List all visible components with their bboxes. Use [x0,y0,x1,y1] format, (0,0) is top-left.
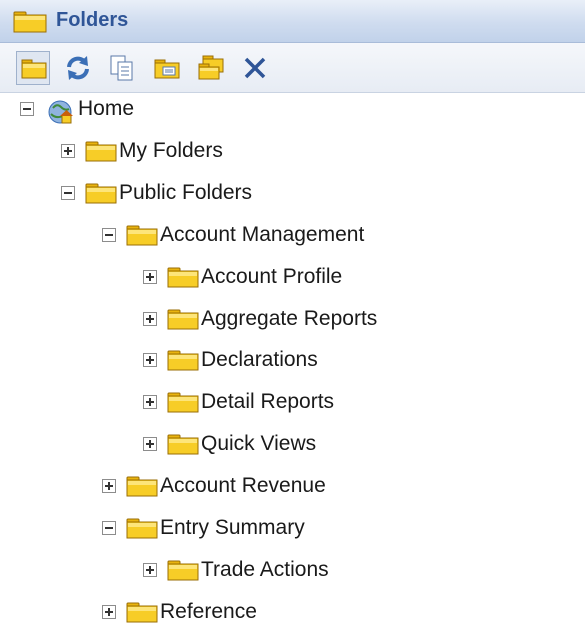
tree-node-label: Account Management [160,223,365,246]
collapse-icon[interactable] [20,102,34,116]
folder-icon [126,223,158,252]
folder-icon [167,432,199,461]
folder-icon [167,390,199,419]
panel-title: Folders [56,9,129,31]
tree-node-label: Home [78,97,135,120]
tree-node-label: Detail Reports [201,390,335,413]
folder-icon [167,307,199,336]
expand-icon[interactable] [102,479,116,493]
tree-node-label: Public Folders [119,181,253,204]
tree-node-label: Declarations [201,348,318,371]
tree-node-label: Aggregate Reports [201,307,378,330]
panel-header: Folders [0,0,585,43]
expand-icon[interactable] [102,605,116,619]
folder-icon [167,558,199,587]
folder-toolbar [0,43,585,93]
expand-icon[interactable] [61,144,75,158]
expand-icon[interactable] [143,395,157,409]
expand-icon[interactable] [143,270,157,284]
folder-properties-button[interactable] [150,51,184,85]
collapse-icon[interactable] [61,186,75,200]
tree-node-label: Entry Summary [160,516,305,539]
copy-button[interactable] [105,51,139,85]
expand-icon[interactable] [143,312,157,326]
collapse-icon[interactable] [102,521,116,535]
expand-icon[interactable] [143,563,157,577]
tree-node-label: My Folders [119,139,223,162]
delete-button[interactable] [238,51,272,85]
tree-node-label: Trade Actions [201,558,329,581]
folder-icon [85,181,117,210]
folder-icon [167,265,199,294]
folder-icon [13,9,47,38]
tree-node-label: Account Revenue [160,474,326,497]
folder-icon [126,516,158,545]
folder-view-button[interactable] [16,51,50,85]
home-icon [44,97,76,130]
tree-node-label: Account Profile [201,265,343,288]
collapse-icon[interactable] [102,228,116,242]
folder-icon [85,139,117,168]
tree-node-label: Quick Views [201,432,317,455]
folder-icon [126,600,158,629]
refresh-button[interactable] [61,51,95,85]
folder-icon [126,474,158,503]
new-folder-button[interactable] [194,51,228,85]
folder-icon [167,348,199,377]
expand-icon[interactable] [143,437,157,451]
tree-node-label: Reference [160,600,257,623]
expand-icon[interactable] [143,353,157,367]
